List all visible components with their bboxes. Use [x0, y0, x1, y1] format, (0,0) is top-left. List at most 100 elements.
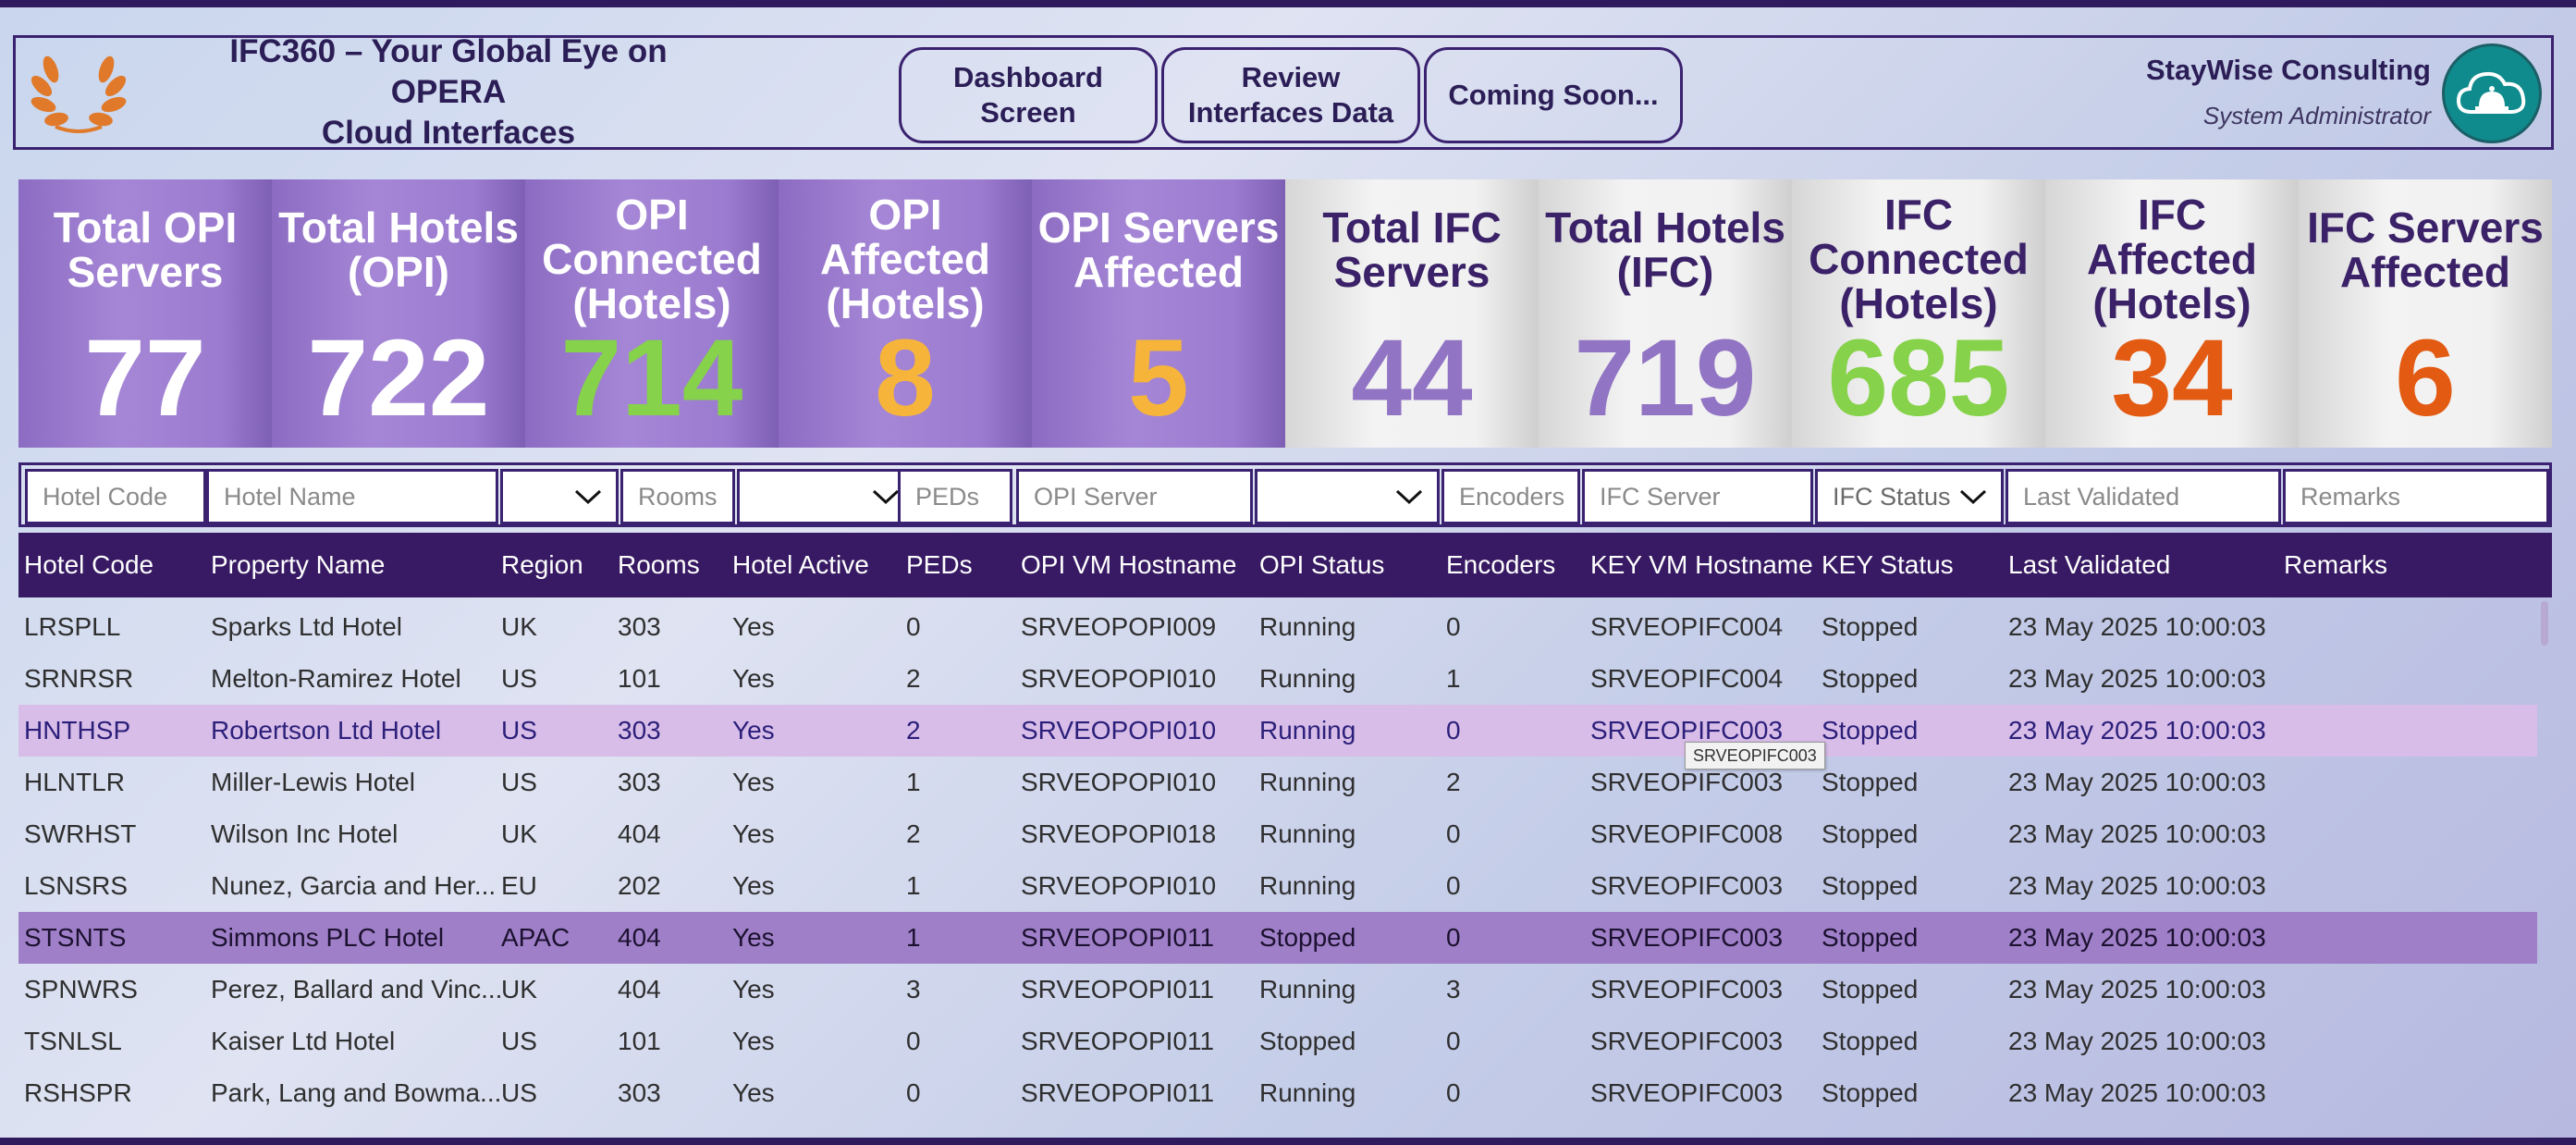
column-header-hotel-code[interactable]: Hotel Code	[24, 533, 153, 597]
column-header-encoders[interactable]: Encoders	[1446, 533, 1555, 597]
cell-last-validated: 23 May 2025 10:00:03	[2008, 716, 2266, 745]
kpi-tile-5[interactable]: OPI Servers Affected 5	[1032, 179, 1285, 448]
kpi-label-line2: (OPI)	[348, 248, 449, 296]
kpi-label-line1: Total Hotels	[1545, 203, 1785, 252]
cell-encoders: 0	[1446, 612, 1461, 641]
cell-hotel-code: SPNWRS	[24, 975, 138, 1003]
kpi-tile-8[interactable]: IFC Connected (Hotels) 685	[1792, 179, 2045, 448]
cell-hotel-active: Yes	[732, 716, 775, 745]
cell-last-validated: 23 May 2025 10:00:03	[2008, 612, 2266, 641]
cell-key-vm-hostname: SRVEOPIFC003	[1590, 871, 1784, 900]
remarks-filter[interactable]: Remarks	[2283, 469, 2549, 524]
column-header-hotel-active[interactable]: Hotel Active	[732, 533, 869, 597]
cell-hotel-code: LSNSRS	[24, 871, 129, 900]
cell-key-vm-hostname: SRVEOPIFC004	[1590, 612, 1784, 641]
peds-filter[interactable]: PEDs	[898, 469, 1012, 524]
kpi-tile-2[interactable]: Total Hotels (OPI) 722	[272, 179, 525, 448]
column-header-remarks[interactable]: Remarks	[2284, 533, 2387, 597]
kpi-value: 722	[307, 317, 490, 439]
hotel-name-filter[interactable]: Hotel Name	[206, 469, 498, 524]
table-row[interactable]: SPNWRS Perez, Ballard and Vinc... UK 404 Yes…	[18, 964, 2537, 1016]
kpi-label: Total OPI Servers	[18, 205, 272, 294]
dashboard-screen-button[interactable]: Dashboard Screen	[899, 47, 1158, 143]
column-header-key-status[interactable]: KEY Status	[1822, 533, 1954, 597]
app-title: IFC360 – Your Global Eye on OPERA Cloud …	[171, 31, 726, 154]
table-row[interactable]: SRNRSR Melton-Ramirez Hotel US 101 Yes 2 SRVEO…	[18, 653, 2537, 705]
kpi-label-line1: IFC Servers	[2307, 203, 2544, 252]
kpi-tile-3[interactable]: OPI Connected (Hotels) 714	[525, 179, 779, 448]
column-header-opi-status[interactable]: OPI Status	[1259, 533, 1384, 597]
cell-property-name: Wilson Inc Hotel	[211, 819, 399, 848]
cell-hotel-active: Yes	[732, 871, 775, 900]
column-header-rooms[interactable]: Rooms	[618, 533, 700, 597]
cell-last-validated: 23 May 2025 10:00:03	[2008, 923, 2266, 952]
table-row[interactable]: LSNSRS Nunez, Garcia and Her... EU 202 Yes 1 S…	[18, 860, 2537, 912]
cell-last-validated: 23 May 2025 10:00:03	[2008, 664, 2266, 693]
cell-hotel-active: Yes	[732, 1078, 775, 1107]
cell-key-status: Stopped	[1822, 664, 1919, 693]
kpi-label-line1: Total IFC	[1322, 203, 1502, 252]
cell-key-status: Stopped	[1822, 716, 1919, 745]
table-row[interactable]: SWRHST Wilson Inc Hotel UK 404 Yes 2 SRVEOPOPI…	[18, 808, 2537, 860]
cloud-service-bell-icon[interactable]	[2442, 43, 2542, 143]
cell-encoders: 0	[1446, 819, 1461, 848]
column-header-peds[interactable]: PEDs	[906, 533, 973, 597]
column-header-key-vm-hostname[interactable]: KEY VM Hostname	[1590, 533, 1813, 597]
table-row[interactable]: TSNLSL Kaiser Ltd Hotel US 101 Yes 0 SRVEOPOPI…	[18, 1016, 2537, 1067]
cell-region: US	[501, 716, 537, 745]
opi-server-filter[interactable]: OPI Server	[1016, 469, 1253, 524]
cell-encoders: 2	[1446, 768, 1461, 796]
cell-peds: 1	[906, 923, 921, 952]
column-header-opi-vm-hostname[interactable]: OPI VM Hostname	[1021, 533, 1236, 597]
kpi-tile-1[interactable]: Total OPI Servers 77	[18, 179, 272, 448]
ifc-status-filter[interactable]: IFC Status	[1815, 469, 2004, 524]
encoders-filter[interactable]: Encoders	[1441, 469, 1580, 524]
last-validated-filter[interactable]: Last Validated	[2006, 469, 2281, 524]
cell-rooms: 303	[618, 716, 661, 745]
kpi-label-line1: Total OPI	[53, 203, 238, 252]
kpi-tile-6[interactable]: Total IFC Servers 44	[1285, 179, 1539, 448]
kpi-tile-10[interactable]: IFC Servers Affected 6	[2299, 179, 2552, 448]
cell-hotel-code: HNTHSP	[24, 716, 131, 745]
chevron-down-icon	[574, 489, 602, 505]
table-row[interactable]: HLNTLR Miller-Lewis Hotel US 303 Yes 1 SRVEOPO…	[18, 757, 2537, 808]
region-filter[interactable]	[500, 469, 619, 524]
app-title-line2: Cloud Interfaces	[321, 115, 576, 151]
cell-last-validated: 23 May 2025 10:00:03	[2008, 768, 2266, 796]
cell-key-status: Stopped	[1822, 612, 1919, 641]
kpi-label: IFC Servers Affected	[2299, 205, 2552, 294]
kpi-value: 44	[1351, 317, 1473, 439]
cell-rooms: 101	[618, 1027, 661, 1055]
table-row[interactable]: HNTHSP Robertson Ltd Hotel US 303 Yes 2 SRVEOP…	[18, 705, 2537, 757]
cell-hotel-code: HLNTLR	[24, 768, 125, 796]
chevron-down-icon	[872, 489, 900, 505]
kpi-label: Total Hotels (OPI)	[272, 205, 525, 294]
kpi-label-line2: Affected	[1073, 248, 1245, 296]
cell-opi-vm-hostname: SRVEOPOPI011	[1021, 1078, 1215, 1107]
kpi-value: 77	[84, 317, 206, 439]
table-body: LRSPLL Sparks Ltd Hotel UK 303 Yes 0 SRVEOPOPI…	[18, 597, 2537, 1136]
column-header-last-validated[interactable]: Last Validated	[2008, 533, 2170, 597]
kpi-label-line1: OPI	[868, 191, 942, 239]
column-header-region[interactable]: Region	[501, 533, 583, 597]
hotel-active-filter[interactable]	[737, 469, 916, 524]
table-row[interactable]: LRSPLL Sparks Ltd Hotel UK 303 Yes 0 SRVEOPOPI…	[18, 601, 2537, 653]
rooms-filter[interactable]: Rooms	[620, 469, 735, 524]
ifc-server-filter[interactable]: IFC Server	[1582, 469, 1813, 524]
coming-soon-button[interactable]: Coming Soon...	[1424, 47, 1683, 143]
table-scrollbar[interactable]	[2541, 601, 2548, 646]
column-header-property-name[interactable]: Property Name	[211, 533, 385, 597]
kpi-tile-7[interactable]: Total Hotels (IFC) 719	[1539, 179, 1792, 448]
cell-key-status: Stopped	[1822, 923, 1919, 952]
table-row[interactable]: RSHSPR Park, Lang and Bowma... US 303 Yes 0 SR…	[18, 1067, 2537, 1119]
kpi-tile-9[interactable]: IFC Affected (Hotels) 34	[2045, 179, 2299, 448]
cell-peds: 2	[906, 664, 921, 693]
hotel-code-filter[interactable]: Hotel Code	[25, 469, 206, 524]
kpi-tile-4[interactable]: OPI Affected (Hotels) 8	[779, 179, 1032, 448]
opi-status-filter[interactable]	[1255, 469, 1440, 524]
cell-hotel-active: Yes	[732, 664, 775, 693]
review-interfaces-data-button[interactable]: Review Interfaces Data	[1161, 47, 1420, 143]
kpi-label: OPI Servers Affected	[1032, 205, 1285, 294]
kpi-value: 719	[1574, 317, 1757, 439]
table-row[interactable]: STSNTS Simmons PLC Hotel APAC 404 Yes 1 SRVEOP…	[18, 912, 2537, 964]
